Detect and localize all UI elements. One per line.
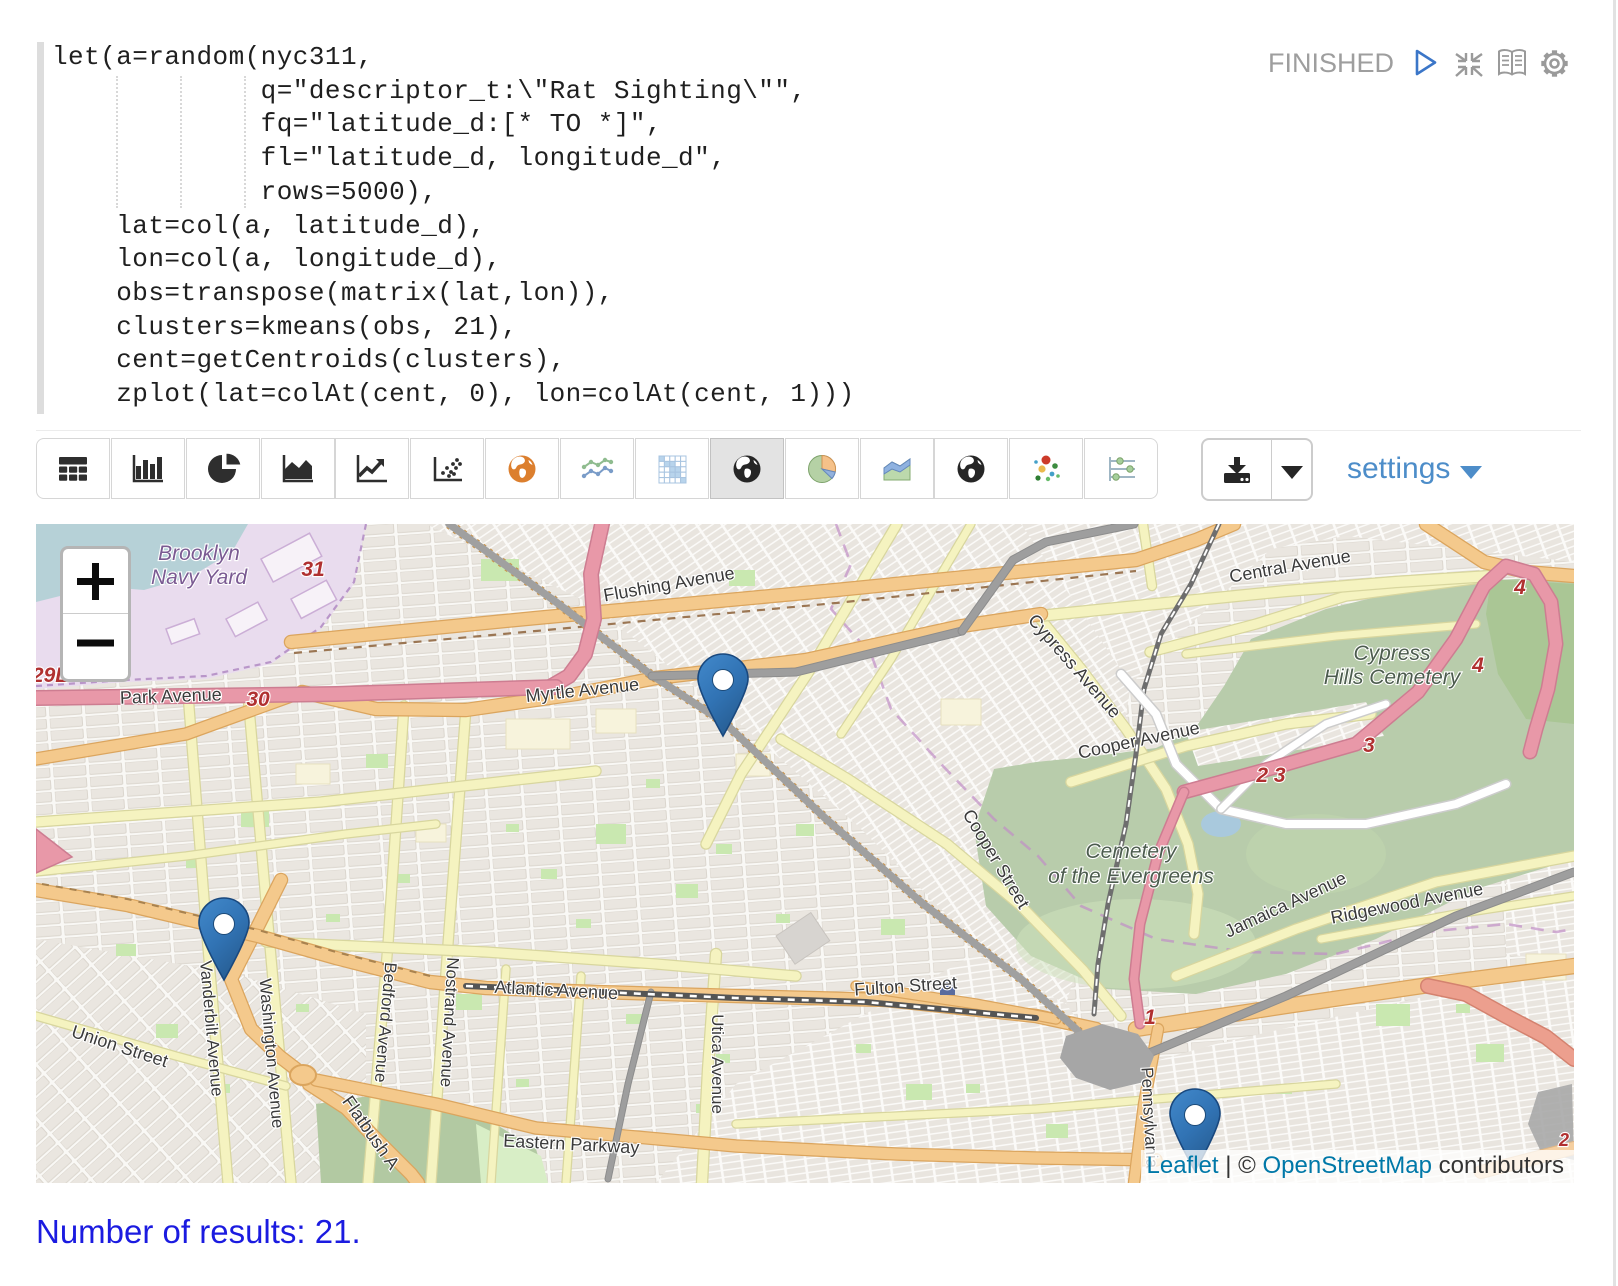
svg-text:Utica Avenue: Utica Avenue	[708, 1014, 727, 1114]
svg-text:2 3: 2 3	[1255, 764, 1286, 787]
svg-text:4: 4	[1513, 576, 1526, 599]
svg-text:Hills Cemetery: Hills Cemetery	[1324, 666, 1462, 689]
svg-text:Navy Yard: Navy Yard	[151, 566, 248, 589]
svg-text:31: 31	[301, 558, 324, 581]
svg-text:Cypress: Cypress	[1353, 642, 1431, 665]
svg-text:Brooklyn: Brooklyn	[158, 542, 240, 565]
svg-text:of the Evergreens: of the Evergreens	[1048, 865, 1214, 888]
svg-text:2: 2	[1558, 1130, 1569, 1150]
svg-text:30: 30	[246, 688, 270, 711]
svg-text:1: 1	[1144, 1006, 1156, 1029]
svg-text:Cemetery: Cemetery	[1085, 840, 1178, 863]
svg-text:Park Avenue: Park Avenue	[120, 684, 222, 708]
svg-text:4: 4	[1471, 654, 1484, 677]
svg-text:3: 3	[1363, 734, 1375, 757]
